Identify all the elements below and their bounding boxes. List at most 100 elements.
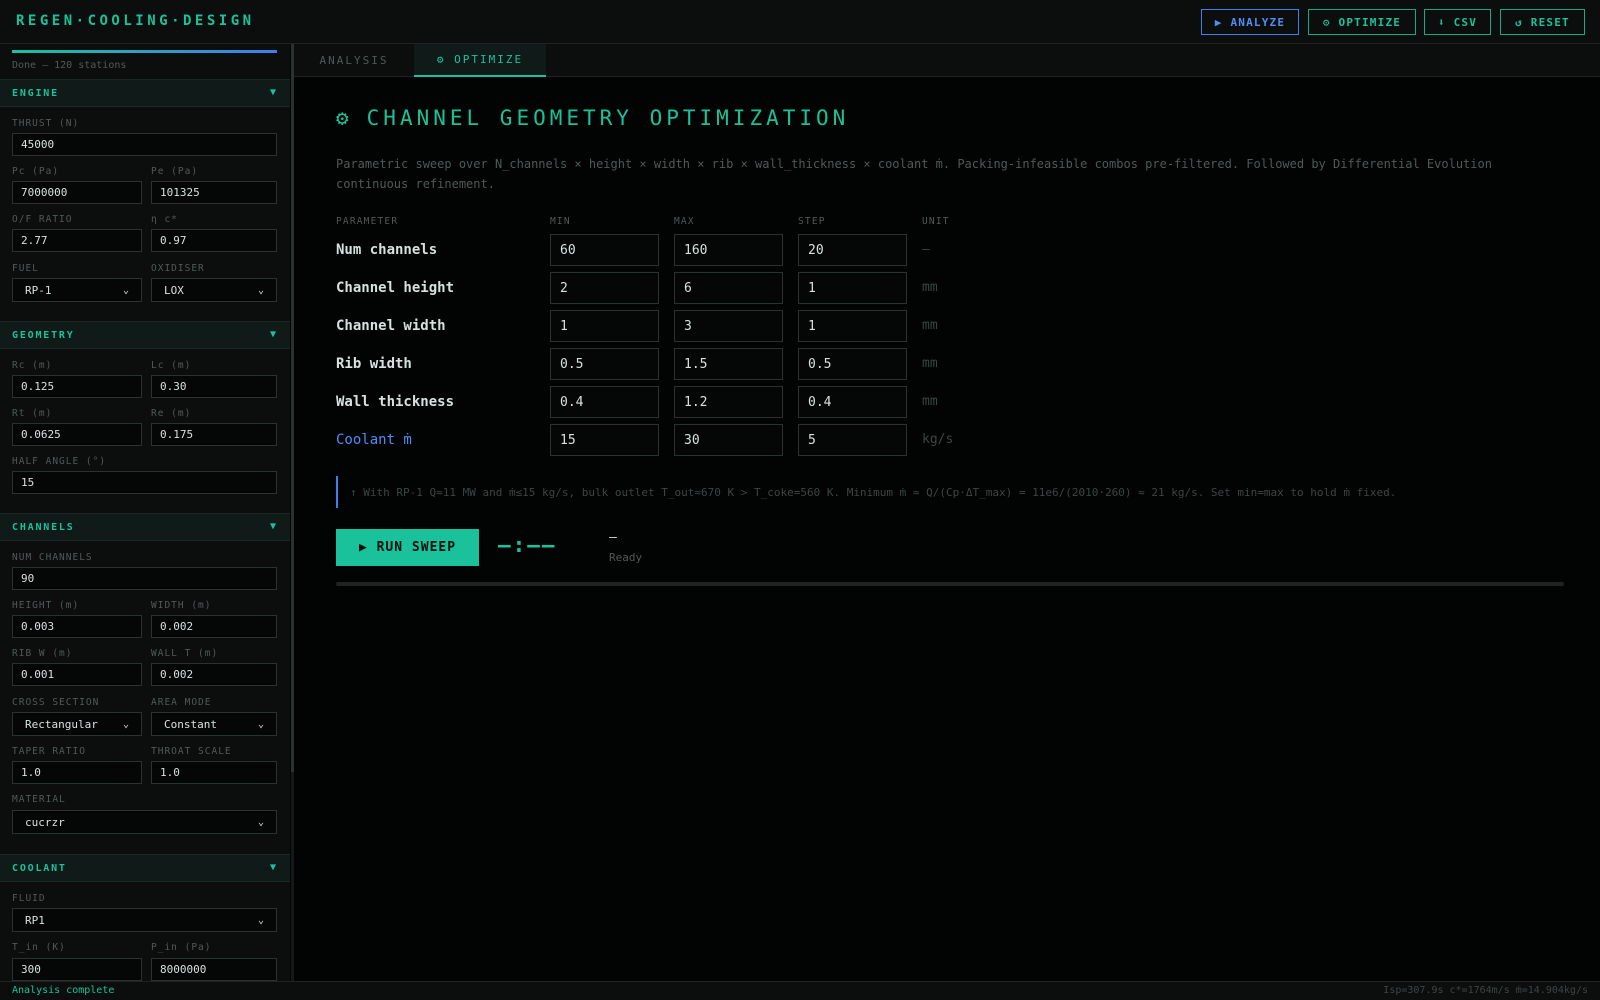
top-bar: REGEN·COOLING·DESIGN ▶ ANALYZE ⚙ OPTIMIZ… <box>0 0 1600 44</box>
num-channels-input[interactable]: 90 <box>12 567 277 590</box>
area-mode-value: Constant <box>164 717 217 731</box>
thrust-input[interactable]: 45000 <box>12 133 277 156</box>
reset-button[interactable]: ↺ RESET <box>1500 9 1585 35</box>
column-header-max: MAX <box>674 216 695 227</box>
num-channels-label: NUM CHANNELS <box>12 552 93 563</box>
param-max-input[interactable]: 30 <box>674 424 783 456</box>
column-header-parameter: PARAMETER <box>336 216 399 227</box>
taper-ratio-input[interactable]: 1.0 <box>12 761 142 784</box>
param-min-input[interactable]: 0.5 <box>550 348 659 380</box>
analyze-button[interactable]: ▶ ANALYZE <box>1201 9 1299 35</box>
cross-section-label: CROSS SECTION <box>12 697 100 708</box>
height-label: HEIGHT (m) <box>12 600 80 611</box>
taper-ratio-label: TAPER RATIO <box>12 746 86 757</box>
sweep-timer: —:—— <box>498 533 557 557</box>
section-coolant-title: COOLANT <box>12 863 67 874</box>
section-coolant-header[interactable]: COOLANT ▼ <box>0 854 290 882</box>
gear-icon: ⚙ <box>336 106 353 130</box>
p-in-label: P_in (Pa) <box>151 942 212 953</box>
param-max-input[interactable]: 1.5 <box>674 348 783 380</box>
param-step-input[interactable]: 1 <box>798 272 907 304</box>
pe-label: Pe (Pa) <box>151 166 199 177</box>
eta-cstar-input[interactable]: 0.97 <box>151 229 277 252</box>
section-engine-title: ENGINE <box>12 88 59 99</box>
optimize-button[interactable]: ⚙ OPTIMIZE <box>1308 9 1416 35</box>
csv-button[interactable]: ⬇ CSV <box>1424 9 1491 35</box>
param-max-input[interactable]: 1.2 <box>674 386 783 418</box>
chevron-down-icon: ⌄ <box>257 718 264 730</box>
status-message: Analysis complete <box>12 985 115 996</box>
param-max-input[interactable]: 160 <box>674 234 783 266</box>
param-min-input[interactable]: 1 <box>550 310 659 342</box>
sidebar-scrollbar-thumb[interactable] <box>291 44 294 772</box>
param-min-input[interactable]: 2 <box>550 272 659 304</box>
chevron-down-icon: ⌄ <box>257 284 264 296</box>
fluid-select[interactable]: RP1 ⌄ <box>12 908 277 932</box>
height-input[interactable]: 0.003 <box>12 615 142 638</box>
pc-input[interactable]: 7000000 <box>12 181 142 204</box>
column-header-unit: UNIT <box>922 216 950 227</box>
lc-label: Lc (m) <box>151 360 192 371</box>
fluid-label: FLUID <box>12 893 46 904</box>
section-channels-header[interactable]: CHANNELS ▼ <box>0 513 290 541</box>
chevron-down-icon: ▼ <box>269 862 276 873</box>
param-step-input[interactable]: 1 <box>798 310 907 342</box>
cross-section-select[interactable]: Rectangular ⌄ <box>12 712 142 736</box>
param-name: Channel width <box>336 318 446 334</box>
param-min-input[interactable]: 0.4 <box>550 386 659 418</box>
re-input[interactable]: 0.175 <box>151 423 277 446</box>
rt-input[interactable]: 0.0625 <box>12 423 142 446</box>
run-sweep-button[interactable]: ▶ RUN SWEEP <box>336 529 479 566</box>
param-unit: mm <box>922 318 938 333</box>
of-ratio-label: O/F RATIO <box>12 214 73 225</box>
tab-bar: ANALYSIS ⚙ OPTIMIZE <box>294 44 1600 77</box>
section-engine-header[interactable]: ENGINE ▼ <box>0 79 290 107</box>
width-input[interactable]: 0.002 <box>151 615 277 638</box>
throat-scale-input[interactable]: 1.0 <box>151 761 277 784</box>
pe-input[interactable]: 101325 <box>151 181 277 204</box>
of-ratio-input[interactable]: 2.77 <box>12 229 142 252</box>
param-step-input[interactable]: 0.4 <box>798 386 907 418</box>
lc-input[interactable]: 0.30 <box>151 375 277 398</box>
fluid-value: RP1 <box>25 913 45 927</box>
material-select[interactable]: cucrzr ⌄ <box>12 810 277 834</box>
half-angle-input[interactable]: 15 <box>12 471 277 494</box>
half-angle-label: HALF ANGLE (°) <box>12 456 107 467</box>
status-bar: Analysis complete Isp=307.9s c*=1764m/s … <box>0 981 1600 1000</box>
chevron-down-icon: ⌄ <box>257 816 264 828</box>
re-label: Re (m) <box>151 408 192 419</box>
param-unit: kg/s <box>922 432 954 447</box>
chevron-down-icon: ⌄ <box>257 914 264 926</box>
tab-optimize[interactable]: ⚙ OPTIMIZE <box>414 44 546 77</box>
rib-width-input[interactable]: 0.001 <box>12 663 142 686</box>
section-channels-title: CHANNELS <box>12 522 75 533</box>
wall-thickness-label: WALL T (m) <box>151 648 219 659</box>
wall-thickness-input[interactable]: 0.002 <box>151 663 277 686</box>
status-metrics: Isp=307.9s c*=1764m/s ṁ=14.904kg/s <box>1383 985 1588 996</box>
oxidiser-select[interactable]: LOX ⌄ <box>151 278 277 302</box>
column-header-step: STEP <box>798 216 826 227</box>
tab-analysis[interactable]: ANALYSIS <box>294 44 414 77</box>
param-min-input[interactable]: 60 <box>550 234 659 266</box>
param-unit: mm <box>922 394 938 409</box>
param-min-input[interactable]: 15 <box>550 424 659 456</box>
rc-input[interactable]: 0.125 <box>12 375 142 398</box>
sidebar-scrollbar[interactable] <box>291 44 294 981</box>
param-step-input[interactable]: 5 <box>798 424 907 456</box>
area-mode-select[interactable]: Constant ⌄ <box>151 712 277 736</box>
coolant-hint-note: ↑ With RP-1 Q≈11 MW and ṁ≤15 kg/s, bulk … <box>336 476 1536 508</box>
param-step-input[interactable]: 0.5 <box>798 348 907 380</box>
param-max-input[interactable]: 6 <box>674 272 783 304</box>
t-in-input[interactable]: 300 <box>12 958 142 981</box>
fuel-select[interactable]: RP-1 ⌄ <box>12 278 142 302</box>
param-name: Num channels <box>336 242 438 258</box>
p-in-input[interactable]: 8000000 <box>151 958 277 981</box>
area-mode-label: AREA MODE <box>151 697 212 708</box>
sidebar: Done — 120 stations ENGINE ▼ THRUST (N) … <box>0 44 290 981</box>
oxidiser-label: OXIDISER <box>151 263 205 274</box>
chevron-down-icon: ▼ <box>269 87 276 98</box>
section-geometry-header[interactable]: GEOMETRY ▼ <box>0 321 290 349</box>
chevron-down-icon: ⌄ <box>122 718 129 730</box>
param-max-input[interactable]: 3 <box>674 310 783 342</box>
param-step-input[interactable]: 20 <box>798 234 907 266</box>
